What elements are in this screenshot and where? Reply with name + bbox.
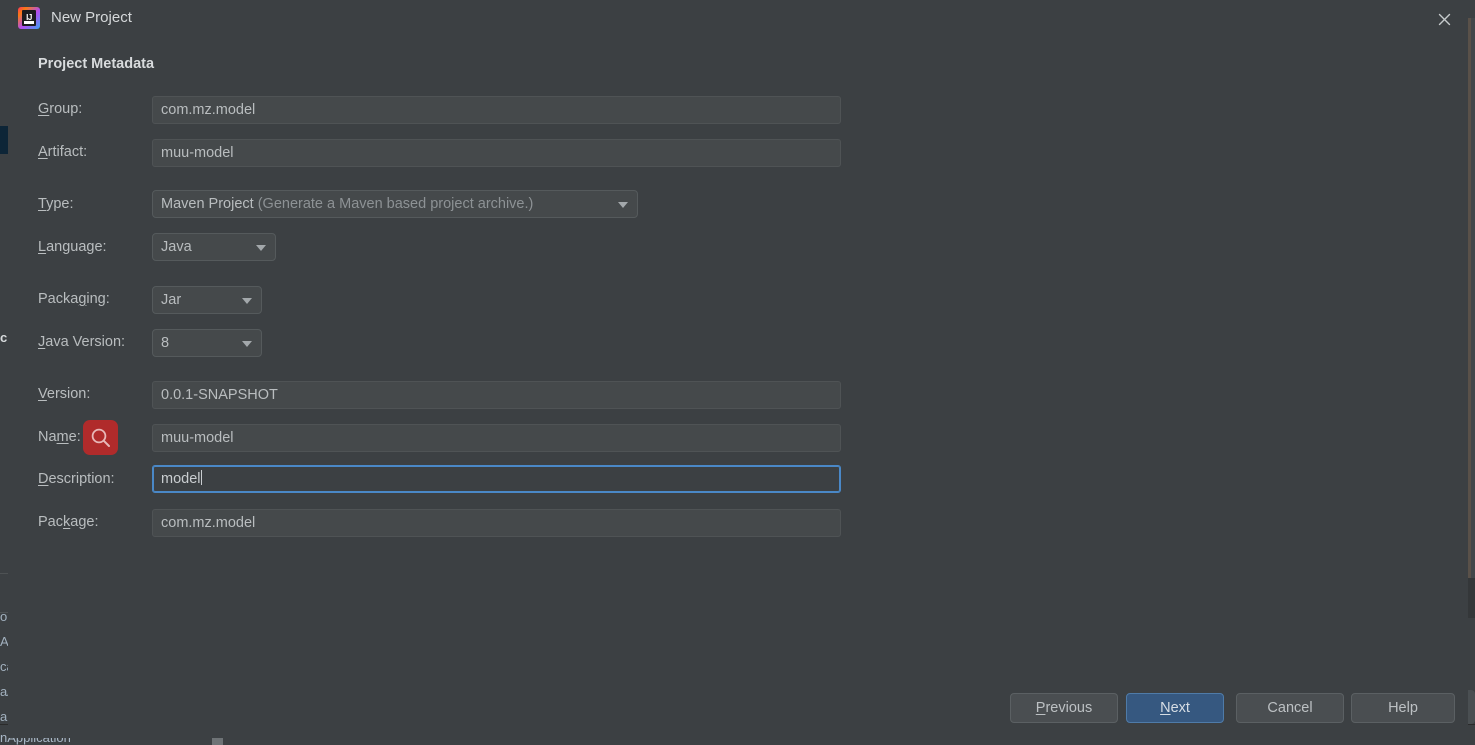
- label-java-version: Java Version:: [38, 334, 126, 350]
- description-input-value: model: [161, 471, 201, 487]
- search-icon[interactable]: [83, 420, 118, 455]
- next-button[interactable]: Next: [1126, 693, 1224, 723]
- type-dropdown-value: Maven Project: [161, 196, 254, 212]
- cancel-button[interactable]: Cancel: [1236, 693, 1344, 723]
- language-dropdown-value: Java: [161, 239, 192, 255]
- type-dropdown[interactable]: Maven Project (Generate a Maven based pr…: [152, 190, 638, 218]
- new-project-dialog: IJ New Project Project Metadata Group: c…: [8, 0, 1468, 738]
- description-input[interactable]: model: [152, 465, 841, 493]
- label-type: Type:: [38, 196, 74, 212]
- label-name: Name:: [38, 429, 81, 445]
- dialog-title: New Project: [51, 9, 132, 26]
- page-title: Project Metadata: [38, 56, 155, 72]
- label-version: Version:: [38, 386, 91, 402]
- chevron-down-icon: [242, 298, 252, 304]
- language-dropdown[interactable]: Java: [152, 233, 276, 261]
- background-right-edge-shadow: [1471, 18, 1475, 578]
- help-button[interactable]: Help: [1351, 693, 1455, 723]
- chevron-down-icon: [242, 341, 252, 347]
- label-artifact: Artifact:: [38, 144, 88, 160]
- dialog-titlebar: IJ New Project: [8, 0, 1468, 38]
- close-icon[interactable]: [1420, 1, 1468, 37]
- version-input[interactable]: 0.0.1-SNAPSHOT: [152, 381, 841, 409]
- intellij-idea-logo-icon: IJ: [18, 7, 40, 29]
- java-version-dropdown[interactable]: 8: [152, 329, 262, 357]
- label-description: Description:: [38, 471, 115, 487]
- label-language: Language:: [38, 239, 107, 255]
- text-caret: [200, 470, 202, 485]
- name-input[interactable]: muu-model: [152, 424, 841, 452]
- label-packaging: Packaging:: [38, 291, 110, 307]
- packaging-dropdown-value: Jar: [161, 292, 182, 308]
- chevron-down-icon: [618, 202, 628, 208]
- label-package: Package:: [38, 514, 99, 530]
- type-dropdown-hint: (Generate a Maven based project archive.…: [253, 196, 534, 212]
- package-input[interactable]: com.mz.model: [152, 509, 841, 537]
- chevron-down-icon: [256, 245, 266, 251]
- group-input[interactable]: com.mz.model: [152, 96, 841, 124]
- packaging-dropdown[interactable]: Jar: [152, 286, 262, 314]
- previous-button[interactable]: Previous: [1010, 693, 1118, 723]
- label-group: Group:: [38, 101, 83, 117]
- artifact-input[interactable]: muu-model: [152, 139, 841, 167]
- java-version-dropdown-value: 8: [161, 335, 170, 351]
